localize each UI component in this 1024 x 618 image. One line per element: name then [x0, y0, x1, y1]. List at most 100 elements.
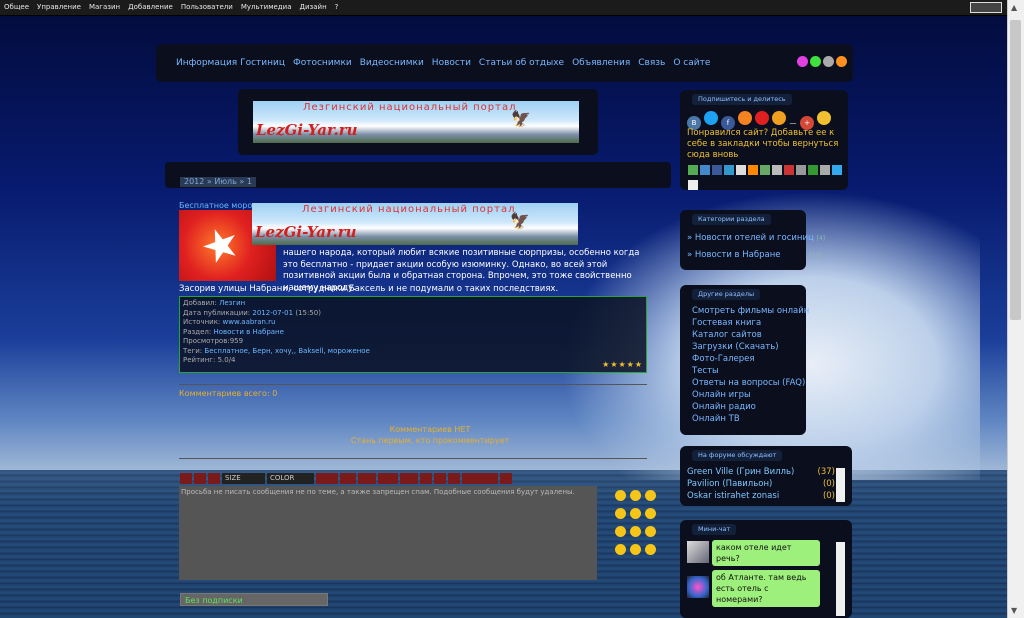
- info-author[interactable]: Лезгин: [219, 299, 245, 307]
- color-select[interactable]: COLOR: [267, 473, 314, 484]
- overlay-banner[interactable]: Лезгинский национальный портал LezGi-Yar…: [252, 203, 578, 245]
- flower-icon[interactable]: [797, 56, 808, 67]
- section-link[interactable]: Тесты: [692, 365, 832, 377]
- comment-textarea[interactable]: Просьба не писать сообщения не по теме, …: [179, 486, 597, 580]
- toolbar-button[interactable]: [378, 473, 398, 484]
- category-item[interactable]: » Новости отелей и госиниц [4]: [687, 232, 837, 245]
- admin-menu-manage[interactable]: Управление: [37, 3, 81, 11]
- category-label[interactable]: Новости в Набране: [695, 250, 781, 260]
- section-link[interactable]: Смотреть фильмы онлайн: [692, 305, 832, 317]
- toolbar-button[interactable]: [316, 473, 338, 484]
- section-link[interactable]: Каталог сайтов: [692, 329, 832, 341]
- scrollbar-thumb[interactable]: [1010, 20, 1021, 320]
- bookmark-service-icon[interactable]: [688, 165, 698, 175]
- odnoklassniki-icon[interactable]: [738, 111, 752, 125]
- admin-menu-shop[interactable]: Магазин: [89, 3, 120, 11]
- section-link[interactable]: Ответы на вопросы (FAQ): [692, 377, 832, 389]
- bookmark-service-icon[interactable]: [748, 165, 758, 175]
- bookmark-service-icon[interactable]: [688, 180, 698, 190]
- bookmark-service-icon[interactable]: [784, 165, 794, 175]
- bookmark-service-icon[interactable]: [832, 165, 842, 175]
- smile-icon[interactable]: [645, 526, 656, 537]
- forum-scrollbar[interactable]: [836, 468, 845, 502]
- smile-icon[interactable]: [630, 490, 641, 501]
- smile-icon[interactable]: [630, 544, 641, 555]
- gear-icon[interactable]: [823, 56, 834, 67]
- section-link[interactable]: Гостевая книга: [692, 317, 832, 329]
- section-link[interactable]: Онлайн ТВ: [692, 413, 832, 425]
- site-banner[interactable]: Лезгинский национальный портал LezGi-Yar…: [253, 101, 579, 143]
- bookmark-service-icon[interactable]: [712, 165, 722, 175]
- bookmark-service-icon[interactable]: [796, 165, 806, 175]
- toolbar-button[interactable]: [448, 473, 460, 484]
- bookmark-service-icon[interactable]: [808, 165, 818, 175]
- category-label[interactable]: Новости отелей и госиниц: [695, 233, 814, 243]
- help-button[interactable]: [500, 473, 512, 484]
- forum-topic-label[interactable]: Pavilion (Павильон): [687, 479, 772, 489]
- flower-icon[interactable]: [810, 56, 821, 67]
- bookmark-service-icon[interactable]: [772, 165, 782, 175]
- info-source[interactable]: www.aabran.ru: [223, 318, 276, 326]
- bookmark-service-icon[interactable]: [760, 165, 770, 175]
- nav-photos[interactable]: Фотоснимки: [293, 58, 352, 68]
- scroll-up-icon[interactable]: ▲: [1011, 3, 1020, 12]
- smile-icon[interactable]: [615, 526, 626, 537]
- smile-icon[interactable]: [645, 490, 656, 501]
- smile-icon[interactable]: [615, 508, 626, 519]
- smile-icon[interactable]: [615, 490, 626, 501]
- admin-menu-design[interactable]: Дизайн: [300, 3, 327, 11]
- nav-hotels-info[interactable]: Информация Гостиниц: [176, 58, 285, 68]
- smile-icon[interactable]: [615, 544, 626, 555]
- bookmark-service-icon[interactable]: [820, 165, 830, 175]
- signature-select[interactable]: Без подписки: [180, 593, 328, 606]
- nav-videos[interactable]: Видеоснимки: [360, 58, 424, 68]
- toolbar-button[interactable]: [462, 473, 498, 484]
- breadcrumb[interactable]: 2012 » Июль » 1: [180, 177, 256, 187]
- size-select[interactable]: SIZE: [222, 473, 265, 484]
- nav-news[interactable]: Новости: [432, 58, 471, 68]
- forum-topic[interactable]: Oskar istirahet zonasi (0): [687, 490, 835, 502]
- section-link[interactable]: Онлайн игры: [692, 389, 832, 401]
- smile-icon[interactable]: [630, 526, 641, 537]
- admin-toggle-button[interactable]: [970, 2, 1002, 13]
- forum-topic[interactable]: Pavilion (Павильон) (0): [687, 478, 835, 490]
- toolbar-button[interactable]: [340, 473, 356, 484]
- smile-icon[interactable]: [630, 508, 641, 519]
- rss-icon[interactable]: [817, 111, 831, 125]
- info-tags[interactable]: Бесплатное, Берн, хочу,, Baksell, мороже…: [204, 347, 369, 355]
- forum-topic-label[interactable]: Oskar istirahet zonasi: [687, 491, 779, 501]
- toolbar-button[interactable]: [420, 473, 432, 484]
- nav-ads[interactable]: Объявления: [572, 58, 630, 68]
- section-link[interactable]: Фото-Галерея: [692, 353, 832, 365]
- bookmark-service-icon[interactable]: [736, 165, 746, 175]
- avatar[interactable]: [687, 541, 709, 563]
- article-title[interactable]: Бесплатное моро: [179, 201, 252, 210]
- info-section[interactable]: Новости в Набране: [213, 328, 284, 336]
- rating-stars[interactable]: ★★★★★: [602, 360, 643, 369]
- admin-menu-add[interactable]: Добавление: [128, 3, 173, 11]
- mail-icon[interactable]: [772, 111, 786, 125]
- admin-menu-users[interactable]: Пользователи: [181, 3, 233, 11]
- category-item[interactable]: » Новости в Набране [13]: [687, 249, 837, 262]
- chat-scrollbar[interactable]: [836, 542, 845, 616]
- admin-menu-help[interactable]: ?: [335, 3, 339, 11]
- nav-articles[interactable]: Статьи об отдыхе: [479, 58, 564, 68]
- italic-button[interactable]: [194, 473, 206, 484]
- nav-about[interactable]: О сайте: [673, 58, 710, 68]
- scroll-down-icon[interactable]: ▼: [1011, 606, 1020, 615]
- twitter-icon[interactable]: [704, 111, 718, 125]
- toolbar-button[interactable]: [434, 473, 446, 484]
- section-link[interactable]: Загрузки (Скачать): [692, 341, 832, 353]
- page-scrollbar[interactable]: ▲ ▼: [1007, 0, 1024, 618]
- underline-button[interactable]: [208, 473, 220, 484]
- bold-button[interactable]: [180, 473, 192, 484]
- admin-menu-general[interactable]: Общее: [4, 3, 29, 11]
- youtube-icon[interactable]: [755, 111, 769, 125]
- nav-contact[interactable]: Связь: [638, 58, 665, 68]
- toolbar-button[interactable]: [400, 473, 418, 484]
- admin-menu-multimedia[interactable]: Мультимедиа: [241, 3, 292, 11]
- bookmark-service-icon[interactable]: [700, 165, 710, 175]
- bookmark-service-icon[interactable]: [724, 165, 734, 175]
- smile-icon[interactable]: [645, 508, 656, 519]
- rss-icon[interactable]: [836, 56, 847, 67]
